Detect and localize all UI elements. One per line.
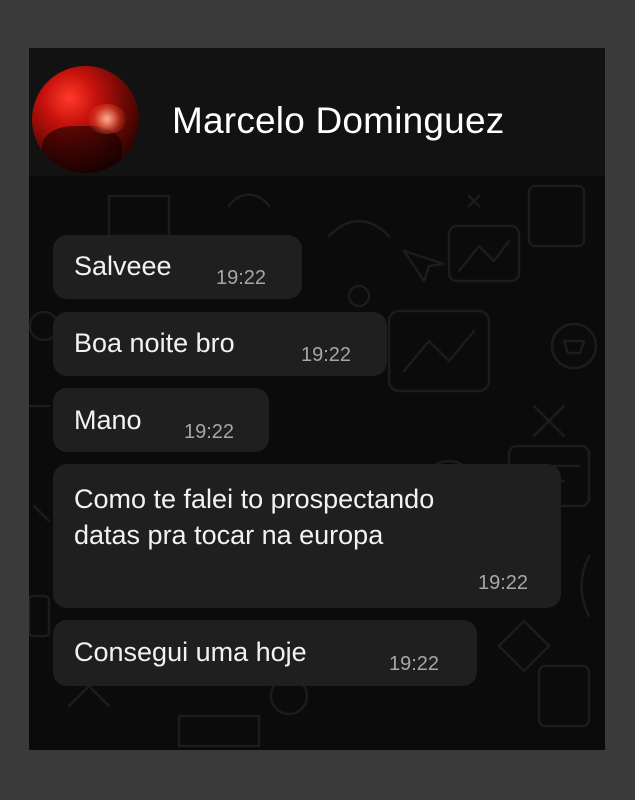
message-list[interactable]: Salveee 19:22 Boa noite bro 19:22 Mano 1… [29, 176, 605, 750]
message-time: 19:22 [216, 267, 267, 289]
message-time: 19:22 [301, 344, 352, 366]
message-text: Consegui uma hoje [74, 637, 307, 667]
message-text: Salveee [74, 251, 172, 281]
message-text-line: Como te falei to prospectando [74, 484, 435, 514]
message-text: Boa noite bro [74, 328, 235, 358]
message-bubble[interactable]: Como te falei to prospectando datas pra … [53, 464, 561, 608]
message-bubble[interactable]: Boa noite bro 19:22 [53, 312, 387, 376]
message-bubble[interactable]: Consegui uma hoje 19:22 [53, 620, 477, 686]
message-time: 19:22 [389, 653, 440, 675]
message-text-line: datas pra tocar na europa [74, 520, 384, 550]
message-bubble[interactable]: Mano 19:22 [53, 388, 269, 452]
avatar-highlight [87, 104, 127, 134]
message-time: 19:22 [478, 572, 529, 594]
chat-screen: Marcelo Dominguez Salveee 19:22 Boa noit… [29, 48, 605, 750]
chat-header[interactable]: Marcelo Dominguez [29, 48, 605, 176]
contact-avatar[interactable] [32, 66, 139, 173]
message-bubble[interactable]: Salveee 19:22 [53, 235, 302, 299]
message-text: Mano [74, 405, 142, 435]
contact-name[interactable]: Marcelo Dominguez [172, 100, 504, 142]
message-time: 19:22 [184, 421, 235, 443]
